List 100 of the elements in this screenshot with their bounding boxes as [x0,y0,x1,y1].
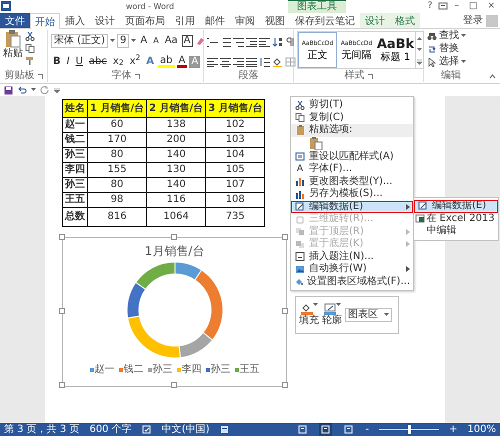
save-icon[interactable] [4,86,13,94]
gallery-more-icon[interactable] [416,59,423,65]
font-size-field[interactable]: 9 [116,34,130,48]
resize-handle[interactable] [282,234,288,240]
read-mode-button[interactable] [296,423,310,436]
sign-in-link[interactable]: 登录 [463,14,486,26]
resize-handle[interactable] [170,234,176,240]
ribbon-tab[interactable]: 设计 [90,13,120,28]
decrease-indent-icon[interactable] [246,36,257,46]
strikethrough-button[interactable]: abc [86,56,109,68]
outline-button[interactable]: 轮廓 [322,303,342,327]
chart-area[interactable]: 1月销售/台 赵一 钱二 孙三 李四 孙三 王五 [62,237,287,387]
collapse-ribbon-icon[interactable] [489,74,496,79]
font-name-field[interactable]: 宋体 (正文) [51,34,108,48]
align-center-icon[interactable] [220,56,231,66]
word-count[interactable]: 600 个字 [89,424,132,436]
ribbon-display-icon[interactable] [437,0,450,12]
zoom-in-button[interactable]: + [449,424,458,436]
resize-handle[interactable] [59,382,65,388]
context-menu-item[interactable]: 插入题注(N)... [291,250,413,263]
caret-icon[interactable] [131,38,136,42]
proofing-icon[interactable] [142,425,152,434]
chart-element-dropdown[interactable]: 图表区 [345,308,392,322]
italic-button[interactable]: I [64,56,72,68]
shading-icon[interactable] [272,56,283,66]
minimize-button[interactable]: – [449,0,464,13]
sort-icon[interactable] [272,36,283,46]
context-menu-item[interactable]: 设置图表区域格式(F)... [291,276,413,288]
underline-button[interactable]: U [74,56,85,68]
grow-font-button[interactable]: A [138,34,150,46]
submenu-item[interactable]: 在 Excel 2013 中编辑 [414,213,498,238]
zoom-out-button[interactable]: - [365,424,370,436]
bold-button[interactable]: B [51,56,63,68]
macro-icon[interactable] [220,425,229,434]
ribbon-tab[interactable]: 插入 [60,13,90,28]
maximize-button[interactable]: □ [464,0,482,13]
ribbon-tab[interactable]: 页面布局 [120,13,170,28]
resize-handle[interactable] [282,382,288,388]
editing-button[interactable]: 查找 [427,30,475,42]
dialog-launcher-icon[interactable] [134,74,140,78]
ribbon-tab[interactable]: 开始 [30,13,60,29]
multilevel-list-icon[interactable] [233,36,244,46]
context-menu-item[interactable]: A 字体(F)... [291,163,413,176]
context-menu-item[interactable]: 另存为模板(S)... [291,188,413,200]
fill-button[interactable]: 填充 [299,303,319,327]
script-button[interactable]: x$^{2}$ [128,56,142,68]
ribbon-tab[interactable]: 审阅 [230,13,260,28]
character-border-button[interactable]: A [182,34,192,46]
gallery-up-icon[interactable] [416,35,423,41]
resize-handle[interactable] [282,308,288,314]
increase-indent-icon[interactable] [259,36,270,46]
align-left-icon[interactable] [207,56,218,66]
text-effect-button[interactable]: A [144,56,156,68]
format-painter-icon[interactable] [25,56,35,65]
page-count[interactable]: 第 3 页，共 3 页 [4,424,80,436]
shrink-font-button[interactable]: A [151,34,161,46]
cut-icon[interactable] [25,32,35,41]
close-button[interactable]: × [482,0,500,13]
caret-icon[interactable] [31,88,36,92]
ribbon-tab[interactable]: 格式 [390,13,420,28]
ribbon-tab[interactable]: 视图 [260,13,290,28]
context-menu-item[interactable]: 更改图表类型(Y)... [291,176,413,188]
context-menu-item[interactable]: 重设以匹配样式(A) [291,150,413,163]
web-layout-button[interactable] [342,423,356,436]
zoom-slider-thumb[interactable] [408,425,411,434]
help-button[interactable]: ? [422,0,438,13]
context-menu-item[interactable]: 剪切(T) [291,99,413,112]
copy-icon[interactable] [25,44,35,53]
line-spacing-icon[interactable] [259,56,270,66]
numbering-icon[interactable] [220,36,231,46]
gallery-down-icon[interactable] [416,47,423,53]
language-indicator[interactable]: 中文(中国) [162,424,210,436]
resize-handle[interactable] [170,382,176,388]
dialog-launcher-icon[interactable] [38,74,42,78]
ribbon-tab[interactable]: 保存到云笔记 [290,13,360,28]
style-gallery-item[interactable]: AaBk 标题 1 [376,32,415,68]
zoom-level[interactable]: 100% [467,424,496,436]
align-right-icon[interactable] [233,56,244,66]
paste-option-icon[interactable] [309,137,323,150]
editing-button[interactable]: 替换 [427,43,475,55]
show-marks-icon[interactable] [285,36,296,46]
resize-handle[interactable] [59,234,65,240]
print-layout-button[interactable] [319,423,332,436]
caret-icon[interactable] [110,38,115,42]
context-menu-item[interactable]: 自动换行(W) [291,263,413,276]
paste-button[interactable]: 粘贴 [3,30,23,70]
change-case-button[interactable]: Aa [162,34,180,46]
clear-format-icon[interactable] [194,36,204,46]
ribbon-tab[interactable]: 邮件 [200,13,230,28]
context-menu-item[interactable]: 复制(C) [291,112,413,124]
redo-icon[interactable] [40,86,50,94]
ribbon-tab[interactable]: 设计 [360,13,390,28]
ribbon-tab[interactable]: 文件 [0,13,30,28]
script-button[interactable]: x$_{2}$ [110,56,126,68]
customize-icon[interactable] [54,88,60,92]
highlight-button[interactable]: ab [158,56,175,68]
editing-button[interactable]: 选择 [427,56,475,68]
undo-icon[interactable] [17,86,27,94]
justify-icon[interactable] [246,56,257,66]
dialog-launcher-icon[interactable] [368,74,372,78]
